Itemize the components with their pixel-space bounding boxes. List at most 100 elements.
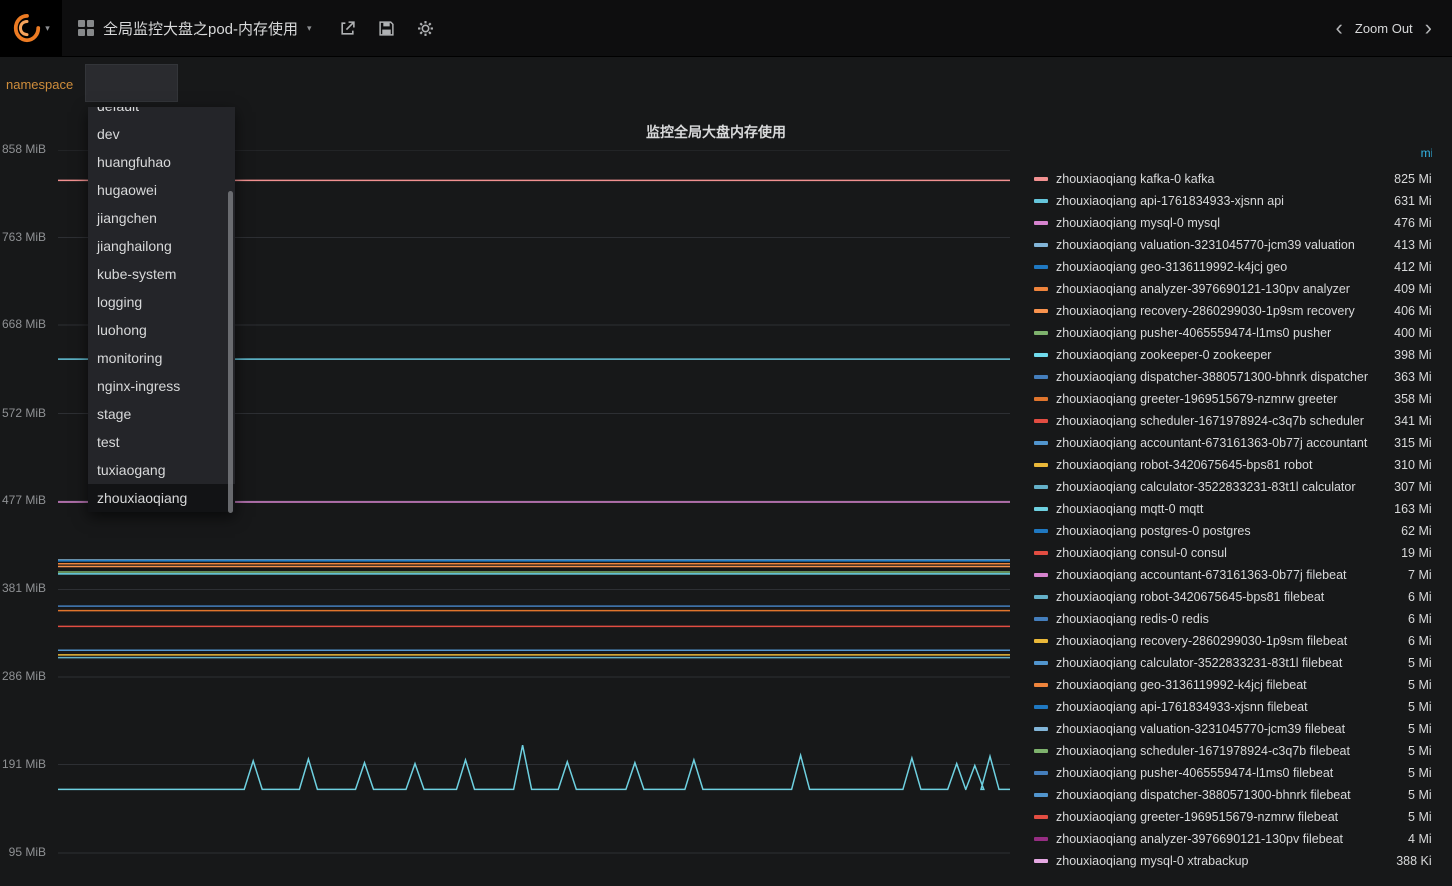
namespace-option[interactable]: kube-system	[88, 260, 235, 288]
legend-item[interactable]: zhouxiaoqiang kafka-0 kafka 825 MiB	[1030, 168, 1432, 190]
series-name[interactable]: zhouxiaoqiang mqtt-0 mqtt	[1056, 502, 1370, 516]
legend-item[interactable]: zhouxiaoqiang calculator-3522833231-83t1…	[1030, 652, 1432, 674]
legend-item[interactable]: zhouxiaoqiang robot-3420675645-bps81 rob…	[1030, 454, 1432, 476]
chevron-right-icon[interactable]: ›	[1425, 17, 1432, 39]
legend-item[interactable]: zhouxiaoqiang redis-0 redis 6 MiB	[1030, 608, 1432, 630]
legend-item[interactable]: zhouxiaoqiang dispatcher-3880571300-bhnr…	[1030, 784, 1432, 806]
namespace-option[interactable]: monitoring	[88, 344, 235, 372]
series-name[interactable]: zhouxiaoqiang scheduler-1671978924-c3q7b…	[1056, 744, 1370, 758]
series-color-marker[interactable]	[1034, 287, 1048, 291]
save-button[interactable]	[373, 15, 400, 42]
series-color-marker[interactable]	[1034, 727, 1048, 731]
legend-item[interactable]: zhouxiaoqiang scheduler-1671978924-c3q7b…	[1030, 410, 1432, 432]
namespace-option[interactable]: default	[88, 107, 235, 120]
series-name[interactable]: zhouxiaoqiang zookeeper-0 zookeeper	[1056, 348, 1370, 362]
series-name[interactable]: zhouxiaoqiang dispatcher-3880571300-bhnr…	[1056, 788, 1370, 802]
chevron-left-icon[interactable]: ‹	[1336, 17, 1343, 39]
series-name[interactable]: zhouxiaoqiang greeter-1969515679-nzmrw g…	[1056, 392, 1370, 406]
namespace-option[interactable]: zhouxiaoqiang	[88, 484, 235, 512]
series-color-marker[interactable]	[1034, 661, 1048, 665]
series-color-marker[interactable]	[1034, 573, 1048, 577]
series-name[interactable]: zhouxiaoqiang accountant-673161363-0b77j…	[1056, 436, 1370, 450]
series-color-marker[interactable]	[1034, 705, 1048, 709]
legend-item[interactable]: zhouxiaoqiang recovery-2860299030-1p9sm …	[1030, 300, 1432, 322]
legend-item[interactable]: zhouxiaoqiang calculator-3522833231-83t1…	[1030, 476, 1432, 498]
series-color-marker[interactable]	[1034, 815, 1048, 819]
namespace-option[interactable]: tuxiaogang	[88, 456, 235, 484]
namespace-option[interactable]: stage	[88, 400, 235, 428]
series-color-marker[interactable]	[1034, 617, 1048, 621]
series-color-marker[interactable]	[1034, 375, 1048, 379]
zoom-out-button[interactable]: Zoom Out	[1355, 21, 1413, 36]
namespace-option[interactable]: nginx-ingress	[88, 372, 235, 400]
namespace-option[interactable]: huangfuhao	[88, 148, 235, 176]
series-color-marker[interactable]	[1034, 309, 1048, 313]
series-name[interactable]: zhouxiaoqiang analyzer-3976690121-130pv …	[1056, 832, 1370, 846]
series-name[interactable]: zhouxiaoqiang analyzer-3976690121-130pv …	[1056, 282, 1370, 296]
namespace-option[interactable]: logging	[88, 288, 235, 316]
series-color-marker[interactable]	[1034, 419, 1048, 423]
legend-item[interactable]: zhouxiaoqiang analyzer-3976690121-130pv …	[1030, 278, 1432, 300]
legend-item[interactable]: zhouxiaoqiang geo-3136119992-k4jcj fileb…	[1030, 674, 1432, 696]
series-name[interactable]: zhouxiaoqiang pusher-4065559474-l1ms0 pu…	[1056, 326, 1370, 340]
series-color-marker[interactable]	[1034, 243, 1048, 247]
legend-item[interactable]: zhouxiaoqiang geo-3136119992-k4jcj geo 4…	[1030, 256, 1432, 278]
series-name[interactable]: zhouxiaoqiang dispatcher-3880571300-bhnr…	[1056, 370, 1370, 384]
series-color-marker[interactable]	[1034, 199, 1048, 203]
namespace-value-input[interactable]	[85, 64, 178, 102]
series-name[interactable]: zhouxiaoqiang kafka-0 kafka	[1056, 172, 1370, 186]
grafana-logo-button[interactable]: ▾	[0, 0, 62, 57]
legend-item[interactable]: zhouxiaoqiang mysql-0 xtrabackup 388 KiB	[1030, 850, 1432, 872]
series-name[interactable]: zhouxiaoqiang valuation-3231045770-jcm39…	[1056, 722, 1370, 736]
legend-item[interactable]: zhouxiaoqiang greeter-1969515679-nzmrw f…	[1030, 806, 1432, 828]
series-color-marker[interactable]	[1034, 485, 1048, 489]
namespace-option[interactable]: luohong	[88, 316, 235, 344]
dashboard-title-dropdown[interactable]: 全局监控大盘之pod-内存使用 ▾	[62, 0, 328, 56]
series-name[interactable]: zhouxiaoqiang geo-3136119992-k4jcj fileb…	[1056, 678, 1370, 692]
series-color-marker[interactable]	[1034, 353, 1048, 357]
series-name[interactable]: zhouxiaoqiang api-1761834933-xjsnn fileb…	[1056, 700, 1370, 714]
series-color-marker[interactable]	[1034, 551, 1048, 555]
legend-item[interactable]: zhouxiaoqiang consul-0 consul 19 MiB	[1030, 542, 1432, 564]
series-color-marker[interactable]	[1034, 265, 1048, 269]
series-color-marker[interactable]	[1034, 529, 1048, 533]
legend-item[interactable]: zhouxiaoqiang accountant-673161363-0b77j…	[1030, 564, 1432, 586]
series-color-marker[interactable]	[1034, 463, 1048, 467]
series-name[interactable]: zhouxiaoqiang calculator-3522833231-83t1…	[1056, 480, 1370, 494]
legend-item[interactable]: zhouxiaoqiang zookeeper-0 zookeeper 398 …	[1030, 344, 1432, 366]
namespace-option[interactable]: dev	[88, 120, 235, 148]
namespace-dropdown-list[interactable]: default dev huangfuhao hugaowei jiangche…	[88, 107, 235, 512]
series-name[interactable]: zhouxiaoqiang recovery-2860299030-1p9sm …	[1056, 304, 1370, 318]
legend-item[interactable]: zhouxiaoqiang api-1761834933-xjsnn api 6…	[1030, 190, 1432, 212]
series-color-marker[interactable]	[1034, 793, 1048, 797]
series-name[interactable]: zhouxiaoqiang calculator-3522833231-83t1…	[1056, 656, 1370, 670]
series-name[interactable]: zhouxiaoqiang recovery-2860299030-1p9sm …	[1056, 634, 1370, 648]
series-name[interactable]: zhouxiaoqiang mysql-0 mysql	[1056, 216, 1370, 230]
series-color-marker[interactable]	[1034, 177, 1048, 181]
dashboard-title[interactable]: 全局监控大盘之pod-内存使用	[103, 18, 298, 39]
series-name[interactable]: zhouxiaoqiang api-1761834933-xjsnn api	[1056, 194, 1370, 208]
legend-item[interactable]: zhouxiaoqiang analyzer-3976690121-130pv …	[1030, 828, 1432, 850]
series-color-marker[interactable]	[1034, 221, 1048, 225]
legend-item[interactable]: zhouxiaoqiang valuation-3231045770-jcm39…	[1030, 234, 1432, 256]
legend-item[interactable]: zhouxiaoqiang valuation-3231045770-jcm39…	[1030, 718, 1432, 740]
series-name[interactable]: zhouxiaoqiang robot-3420675645-bps81 rob…	[1056, 458, 1370, 472]
legend-item[interactable]: zhouxiaoqiang recovery-2860299030-1p9sm …	[1030, 630, 1432, 652]
series-color-marker[interactable]	[1034, 331, 1048, 335]
dropdown-scrollbar[interactable]	[228, 191, 233, 513]
legend-item[interactable]: zhouxiaoqiang pusher-4065559474-l1ms0 pu…	[1030, 322, 1432, 344]
series-name[interactable]: zhouxiaoqiang consul-0 consul	[1056, 546, 1370, 560]
settings-button[interactable]	[412, 15, 439, 42]
namespace-option[interactable]: jiangchen	[88, 204, 235, 232]
series-name[interactable]: zhouxiaoqiang scheduler-1671978924-c3q7b…	[1056, 414, 1370, 428]
legend-item[interactable]: zhouxiaoqiang accountant-673161363-0b77j…	[1030, 432, 1432, 454]
series-color-marker[interactable]	[1034, 639, 1048, 643]
legend-item[interactable]: zhouxiaoqiang robot-3420675645-bps81 fil…	[1030, 586, 1432, 608]
legend-item[interactable]: zhouxiaoqiang postgres-0 postgres 62 MiB	[1030, 520, 1432, 542]
legend-item[interactable]: zhouxiaoqiang api-1761834933-xjsnn fileb…	[1030, 696, 1432, 718]
series-color-marker[interactable]	[1034, 837, 1048, 841]
series-name[interactable]: zhouxiaoqiang mysql-0 xtrabackup	[1056, 854, 1370, 868]
series-name[interactable]: zhouxiaoqiang redis-0 redis	[1056, 612, 1370, 626]
share-button[interactable]	[334, 15, 361, 42]
series-name[interactable]: zhouxiaoqiang accountant-673161363-0b77j…	[1056, 568, 1370, 582]
